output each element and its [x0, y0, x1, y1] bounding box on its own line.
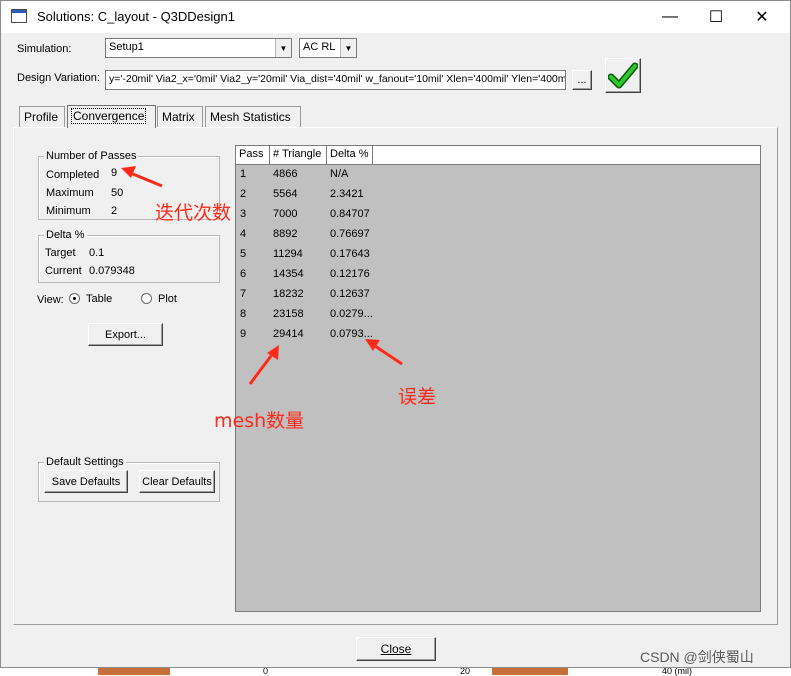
- annotation-layer: [121, 166, 403, 385]
- arrow-to-delta: [371, 342, 403, 366]
- arrow-head: [121, 166, 136, 178]
- annotation-passes: 迭代次数: [155, 202, 232, 224]
- arrow-to-mesh-count: [248, 351, 276, 385]
- arrow-to-completed: [127, 170, 163, 188]
- tab-convergence[interactable]: Convergence: [67, 105, 156, 128]
- annotation-error: 误差: [398, 386, 437, 408]
- annotation-mesh: mesh数量: [214, 410, 305, 432]
- tab-label: Convergence: [70, 108, 147, 124]
- watermark-text: CSDN @剑侠蜀山: [640, 649, 754, 665]
